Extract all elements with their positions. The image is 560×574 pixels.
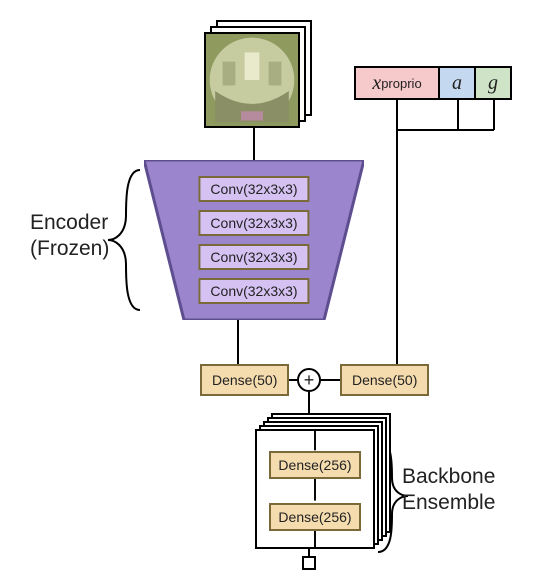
backbone-dense-1: Dense(256) [269, 503, 361, 531]
encoder-label-line2: (Frozen) [30, 236, 109, 262]
x-subscript: proprio [381, 76, 421, 91]
backbone-label-line1: Backbone [402, 464, 495, 490]
input-x-proprio: xproprio [354, 66, 440, 100]
conv-layer-1: Conv(32x3x3) [198, 210, 309, 236]
output-scalar [302, 556, 316, 570]
input-g: g [476, 66, 512, 100]
encoder-label: Encoder (Frozen) [30, 210, 109, 263]
x-var: x [372, 72, 381, 95]
merge-add: + [297, 368, 321, 392]
input-a: a [440, 66, 476, 100]
ensemble-card-front: Dense(256) Dense(256) [255, 429, 375, 549]
encoder-label-line1: Encoder [30, 210, 109, 236]
backbone-label-line2: Ensemble [402, 490, 495, 516]
fisheye-image-icon [206, 34, 298, 126]
conv-layer-2: Conv(32x3x3) [198, 244, 309, 270]
dense-50-image-branch: Dense(50) [200, 364, 289, 396]
architecture-diagram: xproprio a g Conv(32x3x3) Conv(32x3x3) C… [0, 0, 560, 574]
conv-layer-0: Conv(32x3x3) [198, 176, 309, 202]
backbone-dense-0: Dense(256) [269, 451, 361, 479]
input-image-frame-front [204, 32, 300, 128]
encoder-block: Conv(32x3x3) Conv(32x3x3) Conv(32x3x3) C… [144, 160, 364, 320]
conv-layer-3: Conv(32x3x3) [198, 278, 309, 304]
dense-50-vector-branch: Dense(50) [340, 364, 429, 396]
backbone-label: Backbone Ensemble [402, 464, 495, 517]
